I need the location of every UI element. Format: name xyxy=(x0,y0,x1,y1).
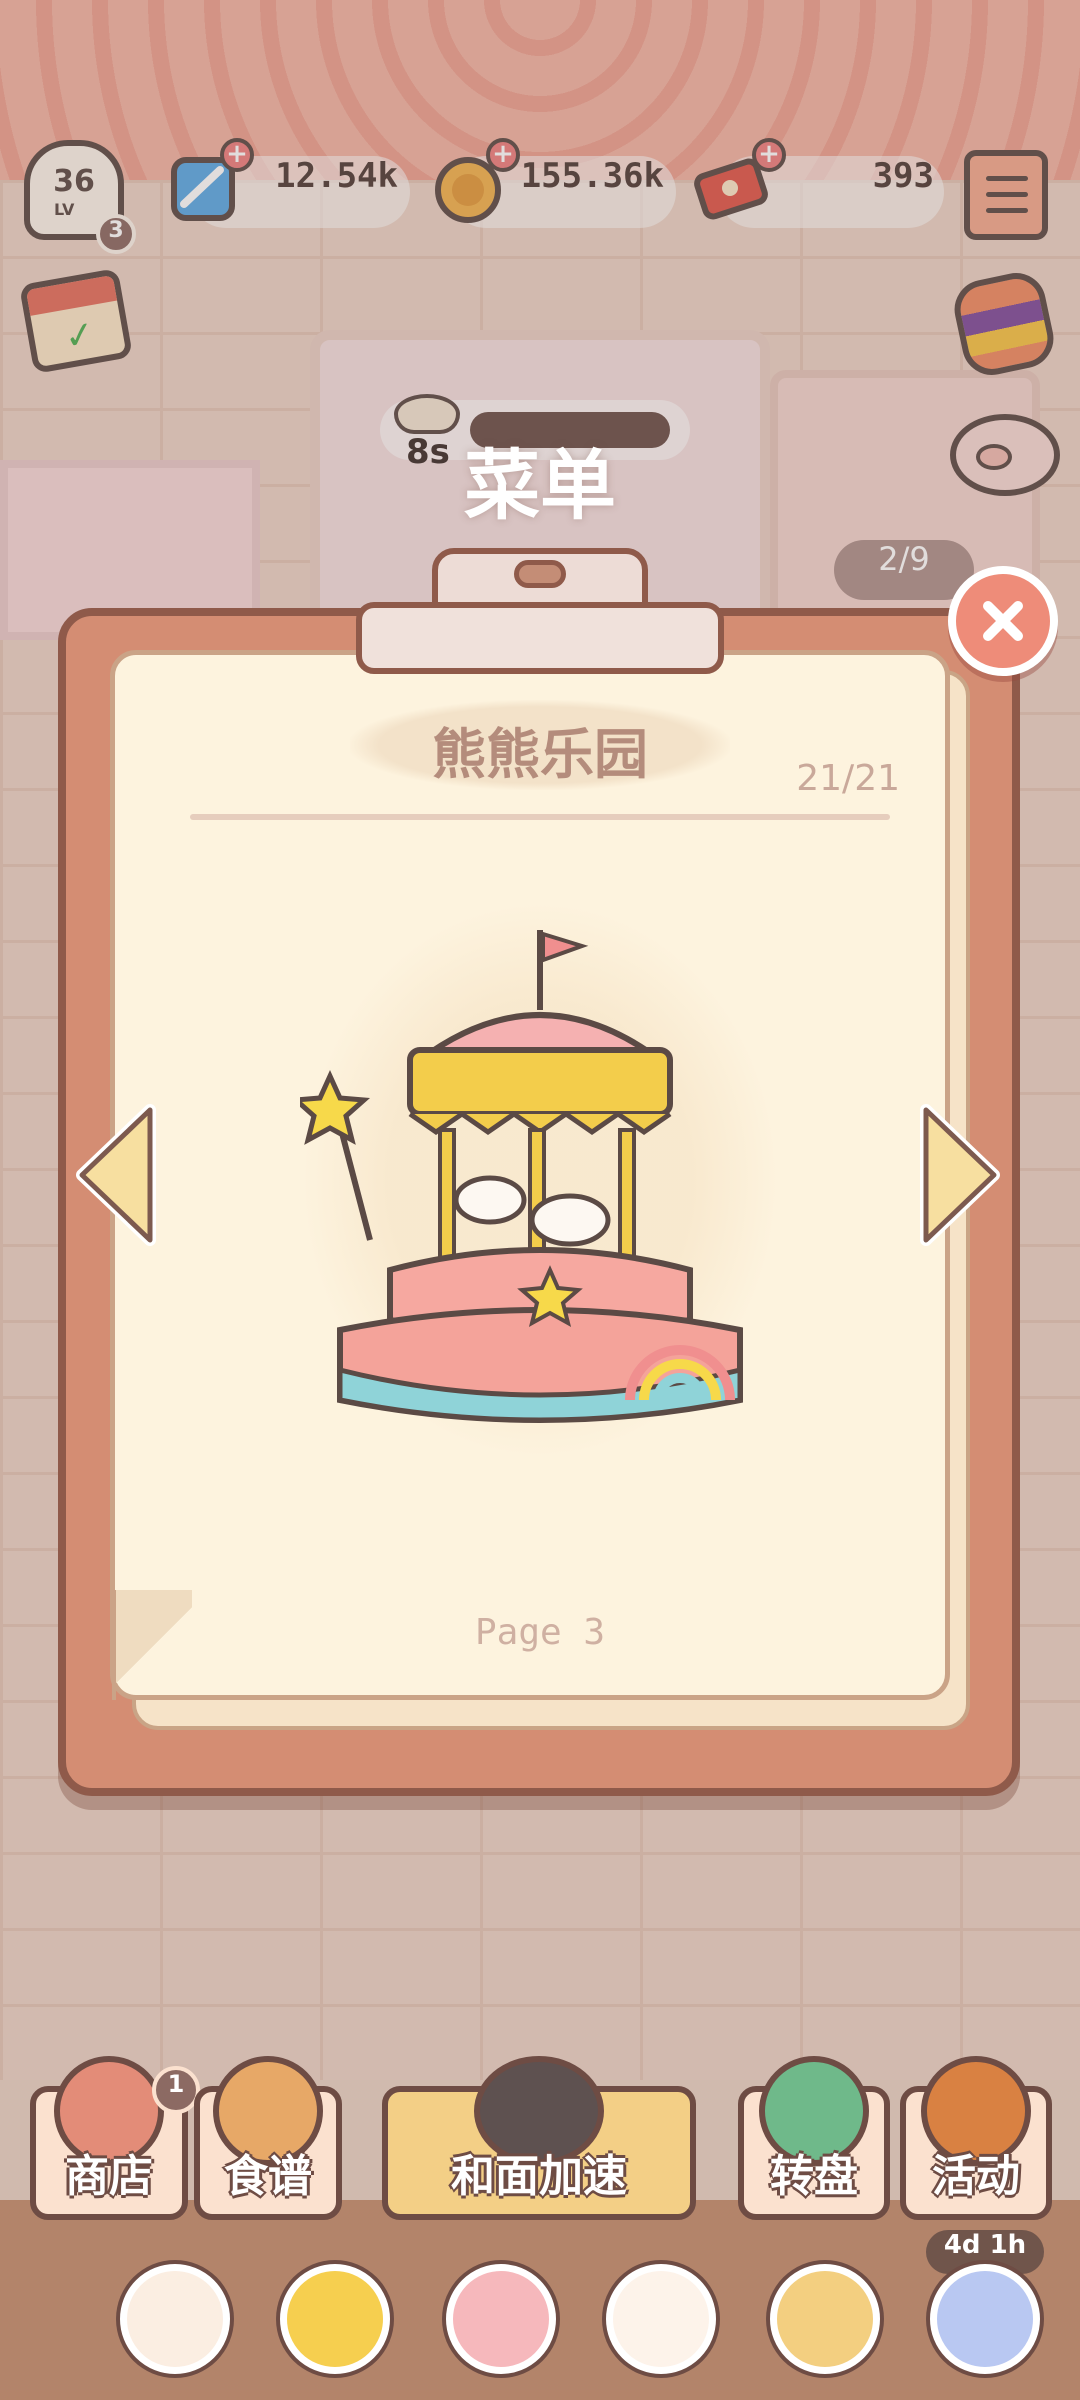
chevron-right-icon xyxy=(920,1104,1000,1246)
shop-label: 商店 xyxy=(65,2151,153,2202)
close-icon xyxy=(983,601,1023,641)
heading-divider xyxy=(190,814,890,820)
close-button[interactable] xyxy=(948,566,1058,676)
event-button[interactable]: 活动 xyxy=(900,2056,1052,2220)
event-label: 活动 xyxy=(932,2151,1020,2202)
dough-speedup-label: 和面加速 xyxy=(451,2151,627,2202)
dough-speedup-button[interactable]: 和面加速 xyxy=(382,2056,696,2220)
cookie-character-icon[interactable] xyxy=(760,2254,890,2384)
carousel-cake-icon[interactable] xyxy=(300,900,780,1460)
dialog-title: 菜单 xyxy=(464,441,616,530)
cat-character-icon[interactable] xyxy=(110,2254,240,2384)
recipe-set-title: 熊熊乐园 xyxy=(432,723,648,786)
recipe-count: 21/21 xyxy=(796,758,900,799)
previous-page-button[interactable] xyxy=(70,1100,162,1250)
corn-character-icon[interactable] xyxy=(270,2254,400,2384)
recipes-label: 食谱 xyxy=(224,2151,312,2202)
pony-character-icon[interactable] xyxy=(596,2254,726,2384)
shop-notification-badge: 1 xyxy=(152,2066,200,2114)
clipboard-clip xyxy=(356,548,724,674)
wheel-button[interactable]: 转盘 xyxy=(738,2056,890,2220)
wheel-label: 转盘 xyxy=(770,2151,858,2202)
recipes-button[interactable]: 食谱 xyxy=(194,2056,342,2220)
flower-character-icon[interactable] xyxy=(436,2254,566,2384)
ufo-character-icon[interactable] xyxy=(920,2254,1050,2384)
chevron-left-icon xyxy=(76,1104,156,1246)
page-number: Page 3 xyxy=(474,1612,606,1653)
next-page-button[interactable] xyxy=(914,1100,1006,1250)
page-curl xyxy=(112,1590,192,1700)
